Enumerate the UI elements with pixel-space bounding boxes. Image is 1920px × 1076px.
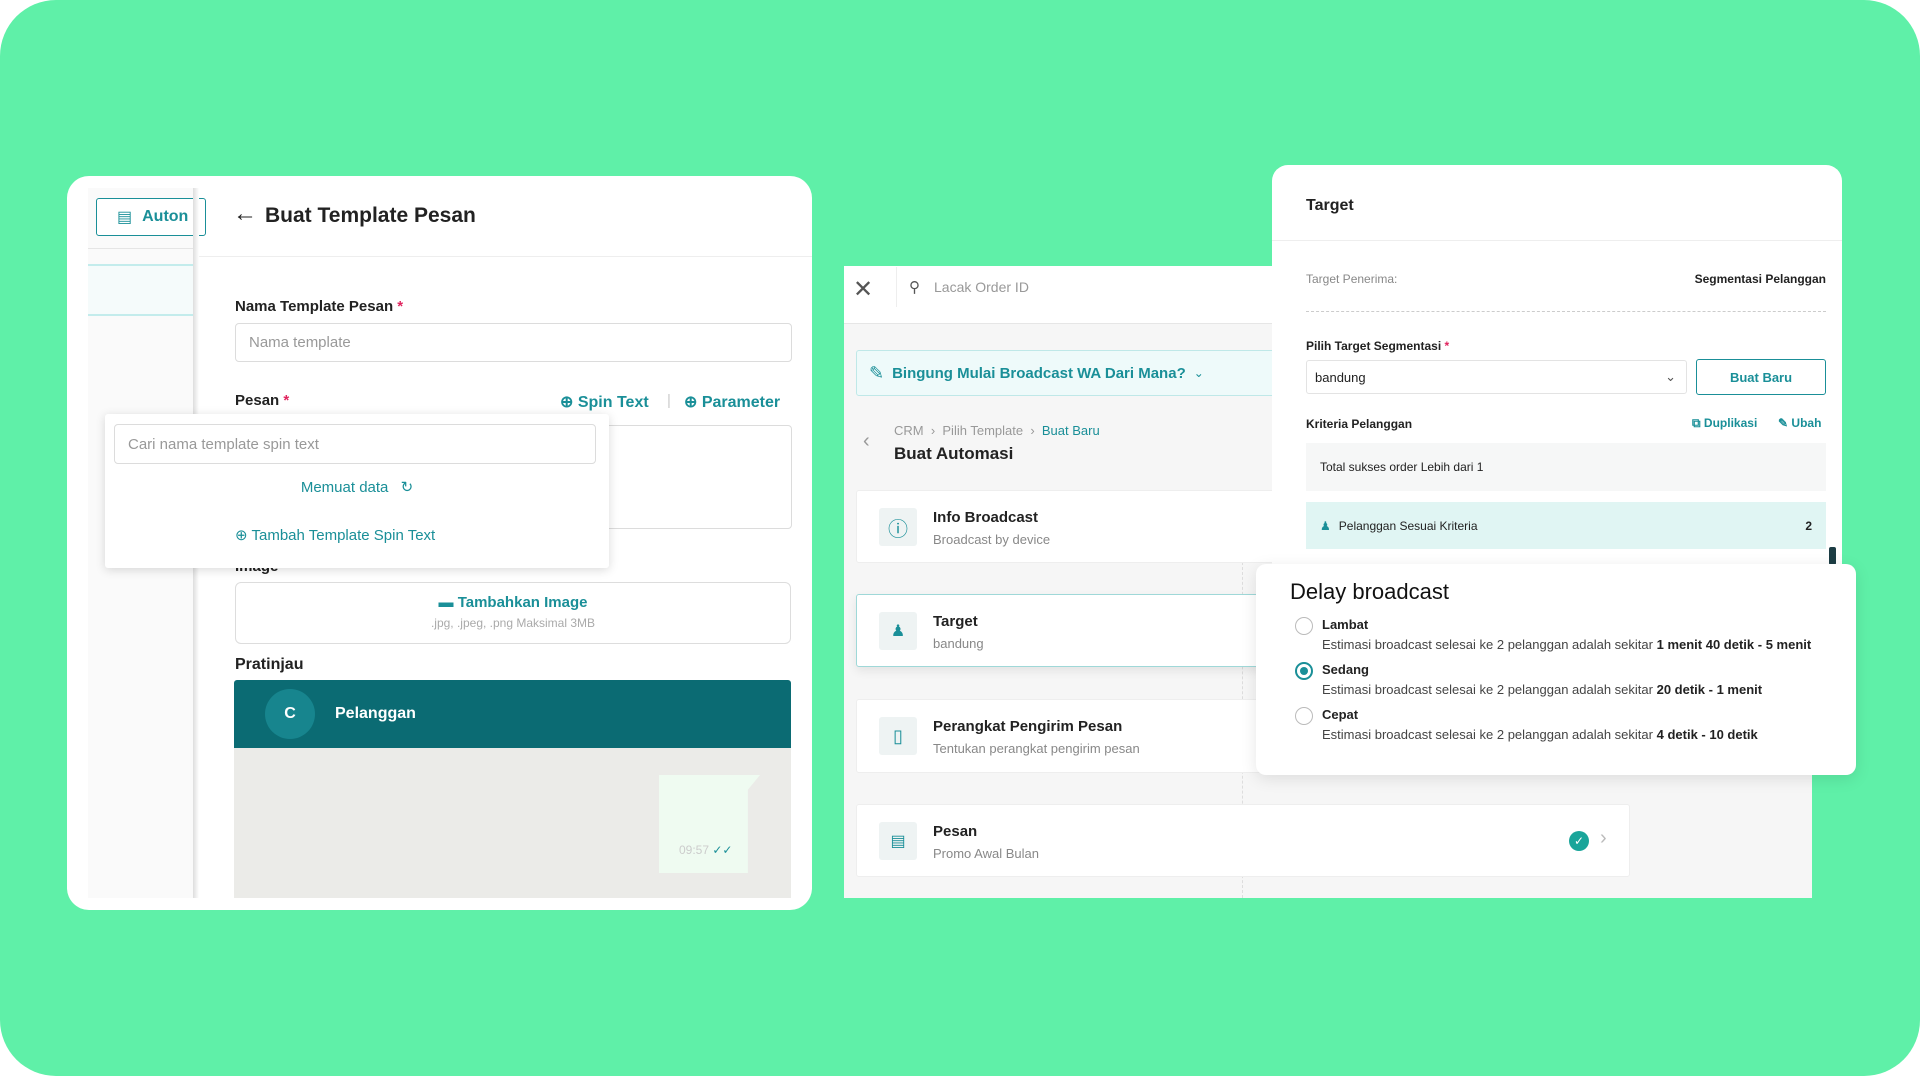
breadcrumb: CRM › Pilih Template › Buat Baru xyxy=(894,423,1100,438)
message-label: Pesan * xyxy=(235,392,290,409)
spin-text-search-input[interactable]: Cari nama template spin text xyxy=(114,424,596,464)
template-name-input[interactable]: Nama template xyxy=(235,323,792,362)
criteria-box: Total sukses order Lebih dari 1 xyxy=(1306,443,1826,491)
chat-area: 09:57 ✓✓ xyxy=(234,748,791,898)
chevron-down-icon: ⌄ xyxy=(1665,369,1676,384)
delay-broadcast-popup: Delay broadcast Lambat Estimasi broadcas… xyxy=(1256,564,1856,775)
segment-select[interactable]: bandung ⌄ xyxy=(1306,360,1687,394)
chevron-right-icon: › xyxy=(1600,827,1607,849)
step-target[interactable]: ♟ Target bandung xyxy=(856,594,1286,667)
separator: | xyxy=(667,392,671,409)
info-icon: ⓘ xyxy=(879,508,917,546)
chevron-down-icon: ⌄ xyxy=(1193,366,1204,380)
sidebar-divider xyxy=(88,248,193,249)
help-banner[interactable]: ✎ Bingung Mulai Broadcast WA Dari Mana? … xyxy=(856,350,1276,396)
note-icon: ✎ xyxy=(869,362,885,383)
radio-cepat[interactable] xyxy=(1295,707,1313,725)
scrollbar[interactable] xyxy=(1829,547,1836,565)
check-circle-icon: ✓ xyxy=(1569,831,1589,851)
radio-lambat[interactable] xyxy=(1295,617,1313,635)
criteria-label: Kriteria Pelanggan xyxy=(1306,417,1413,431)
spinner-icon: ↻ xyxy=(400,479,414,496)
chat-icon: ▤ xyxy=(117,209,133,226)
recipient-label: Target Penerima: xyxy=(1306,272,1398,286)
step-sender-device[interactable]: ▯ Perangkat Pengirim Pesan Tentukan pera… xyxy=(856,699,1286,773)
matching-count: 2 xyxy=(1805,518,1812,533)
users-icon: ♟ xyxy=(1320,518,1331,533)
target-title: Target xyxy=(1306,197,1354,214)
matching-customers-box[interactable]: ♟ Pelanggan Sesuai Kriteria 2 xyxy=(1306,502,1826,549)
duplicate-button[interactable]: ⧉ Duplikasi xyxy=(1692,416,1757,431)
search-icon: ⚲ xyxy=(909,279,920,296)
phone-icon: ▯ xyxy=(879,717,917,755)
copy-icon: ⧉ xyxy=(1692,416,1701,430)
add-spin-template-button[interactable]: ⊕ Tambah Template Spin Text xyxy=(235,526,435,544)
template-panel: ▤ Auton ← Buat Template Pesan Nama Templ… xyxy=(67,176,812,910)
parameter-button[interactable]: ⊕ Parameter xyxy=(684,392,780,412)
order-search-input[interactable]: ⚲ Lacak Order ID xyxy=(896,267,1276,307)
name-label: Nama Template Pesan * xyxy=(235,298,404,315)
preview-label: Pratinjau xyxy=(235,656,304,673)
step-info-broadcast[interactable]: ⓘ Info Broadcast Broadcast by device xyxy=(856,490,1286,563)
radio-sedang[interactable] xyxy=(1295,662,1313,680)
users-icon: ♟ xyxy=(879,612,917,650)
double-check-icon: ✓✓ xyxy=(712,843,733,857)
plus-circle-icon: ⊕ xyxy=(684,394,698,411)
sidebar-item-active[interactable] xyxy=(88,264,193,316)
back-chevron-icon[interactable]: ‹ xyxy=(863,430,870,453)
target-panel: Target Target Penerima: Segmentasi Pelan… xyxy=(1272,165,1842,605)
page-title: Buat Template Pesan xyxy=(265,204,476,227)
dashed-divider xyxy=(1306,311,1826,312)
contact-name: Pelanggan xyxy=(335,705,416,722)
plus-circle-icon: ⊕ xyxy=(560,394,574,411)
sidebar-button-automation[interactable]: ▤ Auton xyxy=(96,198,206,236)
delay-title: Delay broadcast xyxy=(1290,579,1449,604)
automation-title: Buat Automasi xyxy=(894,444,1014,463)
back-arrow-icon[interactable]: ← xyxy=(233,200,257,228)
pencil-icon: ✎ xyxy=(1778,416,1789,430)
title-divider xyxy=(1272,240,1842,241)
edit-button[interactable]: ✎ Ubah xyxy=(1778,416,1821,430)
message-icon: ▤ xyxy=(879,822,917,860)
plus-circle-icon: ⊕ xyxy=(235,527,248,544)
recipient-value: Segmentasi Pelanggan xyxy=(1694,272,1826,286)
preview-header: C Pelanggan xyxy=(234,680,791,748)
spin-text-dropdown: Cari nama template spin text Memuat data… xyxy=(105,414,609,568)
message-bubble: 09:57 ✓✓ xyxy=(659,775,760,873)
segment-label: Pilih Target Segmentasi * xyxy=(1306,339,1450,353)
loading-text: Memuat data ↻ xyxy=(300,479,414,496)
close-icon[interactable]: ✕ xyxy=(853,275,873,304)
spin-text-button[interactable]: ⊕ Spin Text xyxy=(560,392,649,412)
image-icon: ▬ xyxy=(438,594,454,611)
header-divider xyxy=(199,256,812,257)
avatar: C xyxy=(265,689,315,739)
new-segment-button[interactable]: Buat Baru xyxy=(1696,359,1826,395)
step-message[interactable]: ▤ Pesan Promo Awal Bulan ✓ › xyxy=(856,804,1630,877)
upload-image-box[interactable]: ▬ Tambahkan Image .jpg, .jpeg, .png Maks… xyxy=(235,582,791,644)
